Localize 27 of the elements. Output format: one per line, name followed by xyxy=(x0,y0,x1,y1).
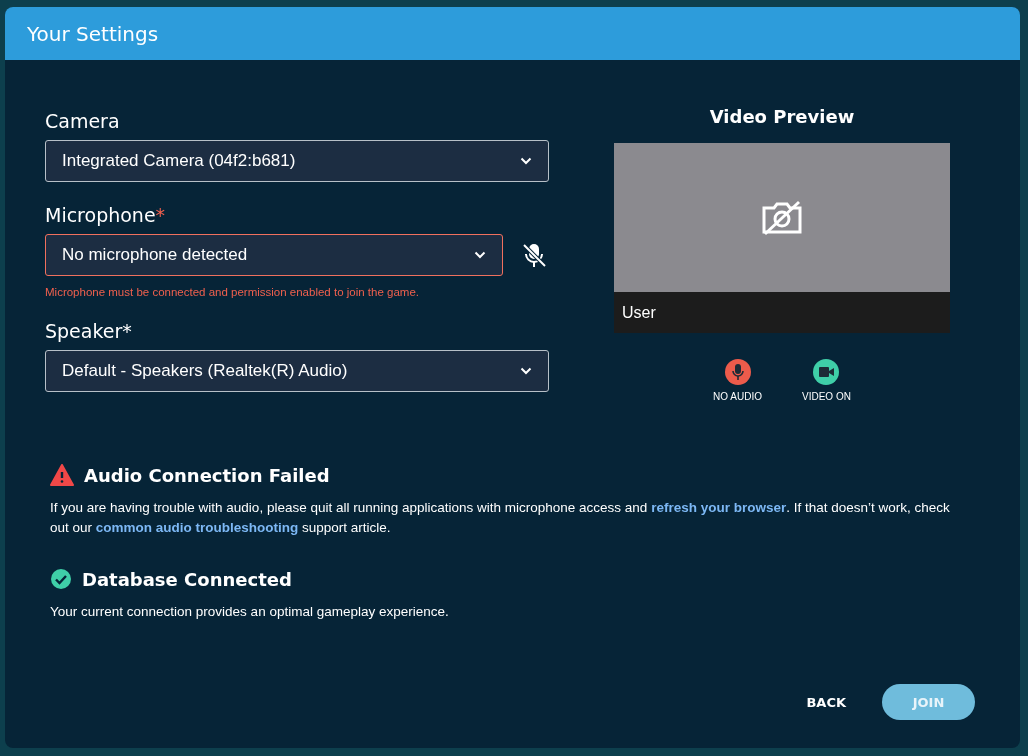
muted-microphone-icon[interactable] xyxy=(520,241,548,269)
back-button[interactable]: BACK xyxy=(800,684,852,720)
field-label: Camera xyxy=(45,110,121,132)
dropdown[interactable]: Default - Speakers (Realtek(R) Audio) xyxy=(45,350,549,392)
field-label: Microphone* xyxy=(45,204,167,226)
link[interactable]: common audio troubleshooting xyxy=(95,520,299,535)
notice-text: Your current connection provides an optimal gameplay experience. xyxy=(50,603,450,621)
chevron-down-icon xyxy=(474,251,486,259)
field-label: Speaker* xyxy=(45,320,133,342)
notice-text: If you are having trouble with audio, please quit all running applications with microphone access and refresh your browser. If that doesn’t work, check out our common audio troubleshooting support article. xyxy=(50,499,951,537)
video-camera-icon[interactable] xyxy=(813,359,840,385)
notice-title: Database Connected xyxy=(82,568,292,590)
check-circle-icon xyxy=(50,568,72,590)
error-message: Microphone must be connected and permission enabled to join the game. xyxy=(45,286,420,298)
chevron-down-icon xyxy=(520,367,532,375)
user-name: User xyxy=(622,303,656,322)
microphone-icon[interactable] xyxy=(724,359,751,385)
window-title: Your Settings xyxy=(27,21,159,46)
status-label: NO AUDIO xyxy=(713,391,762,402)
preview-title: Video Preview xyxy=(709,106,855,127)
status-label: VIDEO ON xyxy=(802,391,851,402)
notice-title: Audio Connection Failed xyxy=(84,464,330,486)
dropdown[interactable]: No microphone detected xyxy=(45,234,503,276)
dropdown[interactable]: Integrated Camera (04f2:b681) xyxy=(45,140,549,182)
chevron-down-icon xyxy=(520,157,532,165)
warning-icon xyxy=(50,464,74,486)
link[interactable]: refresh your browser xyxy=(651,500,787,515)
